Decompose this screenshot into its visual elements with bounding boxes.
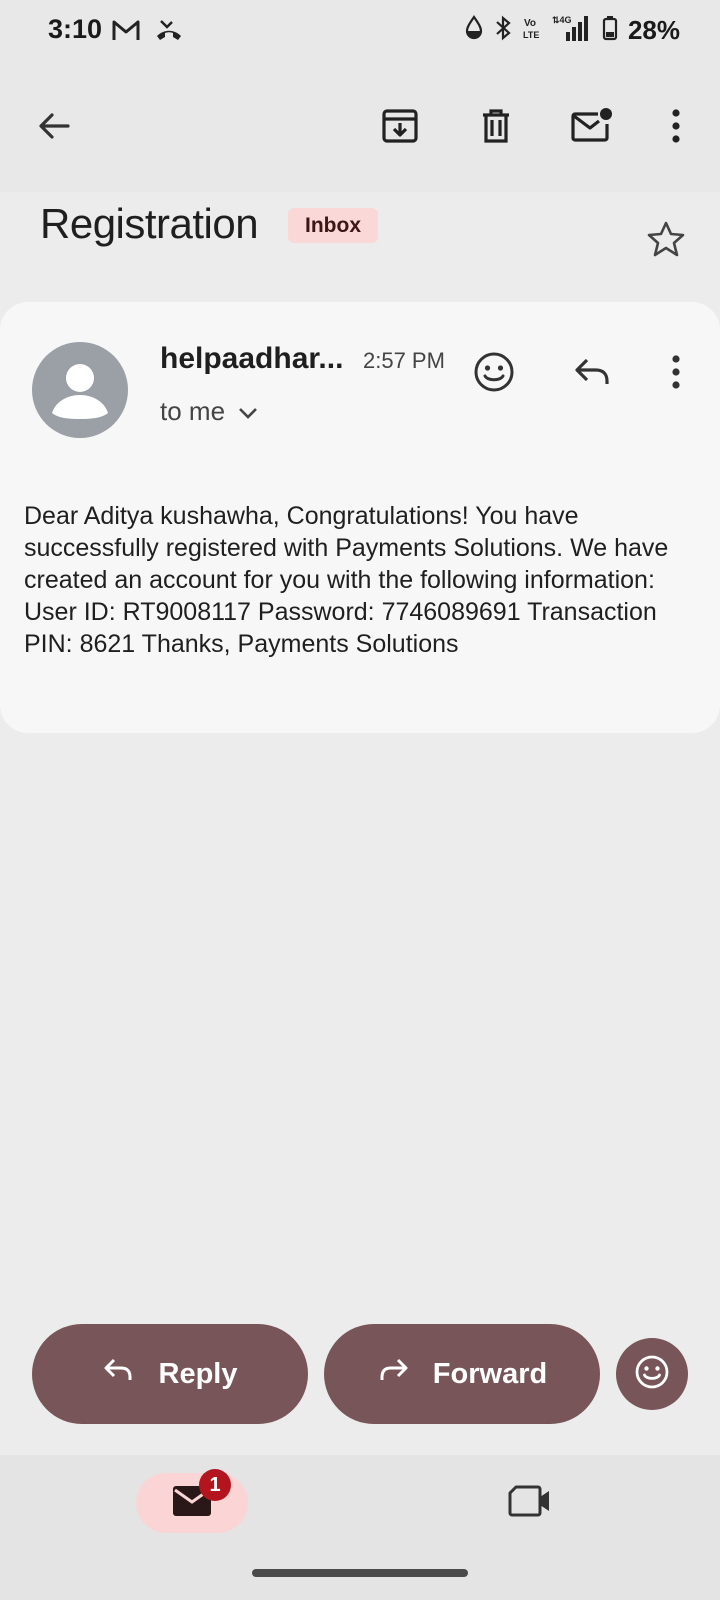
archive-button[interactable] [372, 100, 428, 156]
message-more-button[interactable] [648, 346, 704, 402]
status-bar: 3:10 Vo LTE ⇅4G 28% [0, 0, 720, 64]
chevron-down-icon [237, 396, 259, 427]
video-camera-icon [508, 1485, 552, 1522]
top-app-bar [0, 64, 720, 192]
status-time: 3:10 [48, 14, 103, 44]
delete-icon [476, 106, 516, 151]
recipient-details-toggle[interactable]: to me [160, 396, 259, 427]
person-icon [52, 364, 108, 419]
smiley-icon [634, 1354, 670, 1395]
email-subject: Registration [40, 200, 259, 247]
more-options-button[interactable] [648, 100, 704, 156]
mark-unread-icon [570, 106, 614, 151]
star-button[interactable] [640, 216, 692, 268]
archive-icon [380, 106, 420, 151]
bluetooth-icon [494, 15, 512, 46]
home-indicator[interactable] [252, 1569, 468, 1577]
reply-icon [103, 1356, 135, 1392]
reply-button[interactable]: Reply [32, 1324, 308, 1424]
water-drop-icon [464, 15, 484, 46]
received-time: 2:57 PM [363, 348, 445, 373]
nav-mail-tab[interactable] [136, 1473, 248, 1533]
reply-label: Reply [158, 1357, 238, 1390]
gmail-icon [112, 18, 140, 47]
volte-icon: Vo LTE [522, 15, 542, 46]
reply-icon [572, 354, 612, 395]
sender-name[interactable]: helpaadhar... [160, 342, 343, 376]
svg-text:Vo: Vo [524, 18, 536, 29]
subject-row: Registration Inbox [40, 196, 700, 276]
add-reaction-button[interactable] [466, 346, 522, 402]
svg-text:⇅4G: ⇅4G [552, 15, 572, 25]
more-vert-icon [670, 354, 682, 395]
mark-unread-button[interactable] [564, 100, 620, 156]
battery-icon [602, 15, 618, 46]
signal-4g-icon: ⇅4G [552, 14, 592, 47]
inbox-label-chip[interactable]: Inbox [288, 208, 378, 243]
message-card: helpaadhar... 2:57 PM to me Dear Aditya … [0, 302, 720, 733]
battery-percent: 28% [627, 15, 680, 45]
arrow-back-icon [36, 108, 72, 149]
nav-meet-tab[interactable] [504, 1477, 556, 1529]
forward-button[interactable]: Forward [324, 1324, 600, 1424]
bottom-actions: Reply Forward [0, 1324, 720, 1424]
sender-avatar[interactable] [32, 342, 128, 438]
svg-text:LTE: LTE [523, 30, 539, 40]
recipient-text: to me [160, 396, 226, 426]
bottom-navigation: 1 [0, 1455, 720, 1600]
email-body: Dear Aditya kushawha, Congratulations! Y… [24, 502, 669, 658]
smiley-icon [473, 351, 515, 398]
missed-call-icon [154, 18, 184, 47]
delete-button[interactable] [468, 100, 524, 156]
emoji-reaction-button[interactable] [616, 1338, 688, 1410]
star-outline-icon [646, 220, 686, 265]
forward-icon [377, 1356, 409, 1392]
forward-label: Forward [432, 1357, 548, 1390]
reply-button-small[interactable] [564, 346, 620, 402]
back-button[interactable] [26, 100, 82, 156]
more-vert-icon [670, 108, 682, 149]
unread-badge: 1 [199, 1469, 231, 1501]
